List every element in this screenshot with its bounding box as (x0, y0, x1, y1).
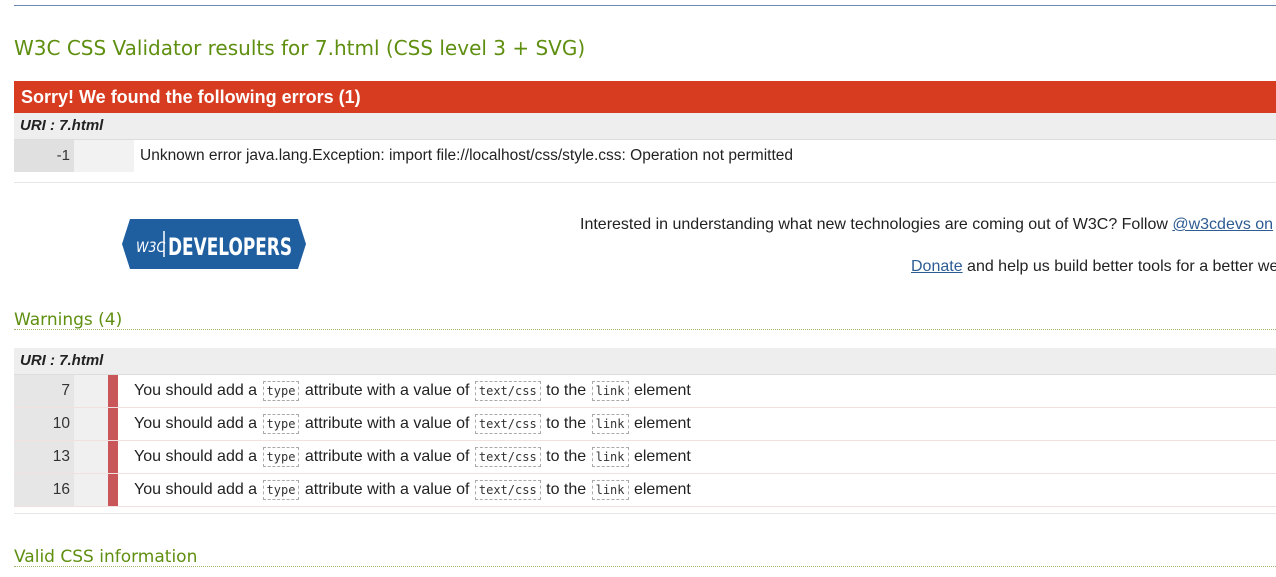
errors-uri: URI : 7.html (14, 113, 1276, 140)
code-type: type (262, 381, 300, 401)
w3c-developers-logo[interactable]: W3C DEVELOPERS (122, 219, 306, 269)
promo-line1-text: Interested in understanding what new tec… (580, 216, 1173, 233)
code-text-css: text/css (474, 381, 541, 401)
warning-severity-bar (108, 441, 118, 473)
errors-header: Sorry! We found the following errors (1) (14, 81, 1276, 113)
warning-message: You should add a type attribute with a v… (134, 447, 691, 467)
warnings-underline (14, 329, 1276, 330)
code-link: link (591, 447, 629, 467)
warning-severity-bar (108, 408, 118, 440)
warning-context-cell (74, 441, 108, 473)
warnings-section: URI : 7.html 7 You should add a type att… (14, 348, 1276, 507)
warnings-uri: URI : 7.html (14, 348, 1276, 375)
error-row: -1 Unknown error java.lang.Exception: im… (14, 140, 1276, 172)
warning-context-cell (74, 375, 108, 407)
code-type: type (262, 447, 300, 467)
logo-text: DEVELOPERS (168, 233, 292, 261)
warning-severity-bar (108, 375, 118, 407)
donate-link[interactable]: Donate (911, 258, 963, 275)
divider (14, 182, 1276, 183)
warning-message: You should add a type attribute with a v… (134, 480, 691, 500)
warning-message: You should add a type attribute with a v… (134, 414, 691, 434)
twitter-link[interactable]: @w3cdevs on (1172, 216, 1273, 233)
warning-row: 16 You should add a type attribute with … (14, 474, 1276, 507)
warning-context-cell (74, 474, 108, 506)
error-line-number: -1 (14, 140, 74, 172)
warning-message: You should add a type attribute with a v… (134, 381, 691, 401)
page-title: W3C CSS Validator results for 7.html (CS… (14, 36, 586, 60)
code-text-css: text/css (474, 447, 541, 467)
top-rule (14, 5, 1276, 6)
code-text-css: text/css (474, 480, 541, 500)
warning-line-number: 7 (14, 375, 74, 407)
warning-line-number: 13 (14, 441, 74, 473)
warning-row: 7 You should add a type attribute with a… (14, 375, 1276, 408)
code-link: link (591, 414, 629, 434)
valid-css-underline (14, 566, 1276, 567)
warning-line-number: 10 (14, 408, 74, 440)
warning-context-cell (74, 408, 108, 440)
warning-line-number: 16 (14, 474, 74, 506)
warning-severity-bar (108, 474, 118, 506)
code-link: link (591, 480, 629, 500)
logo-badge-text: W3C (136, 240, 165, 256)
warning-row: 13 You should add a type attribute with … (14, 441, 1276, 474)
code-type: type (262, 414, 300, 434)
code-link: link (591, 381, 629, 401)
errors-section: Sorry! We found the following errors (1)… (14, 81, 1276, 172)
code-type: type (262, 480, 300, 500)
code-text-css: text/css (474, 414, 541, 434)
error-message: Unknown error java.lang.Exception: impor… (140, 147, 794, 164)
warning-row: 10 You should add a type attribute with … (14, 408, 1276, 441)
error-context-cell (74, 140, 134, 172)
promo-line2-text: and help us build better tools for a bet… (962, 258, 1276, 275)
valid-css-info-title: Valid CSS information (14, 547, 198, 567)
divider (14, 513, 1276, 514)
warnings-title: Warnings (4) (14, 310, 123, 330)
promo-text: Interested in understanding what new tec… (580, 214, 1276, 278)
